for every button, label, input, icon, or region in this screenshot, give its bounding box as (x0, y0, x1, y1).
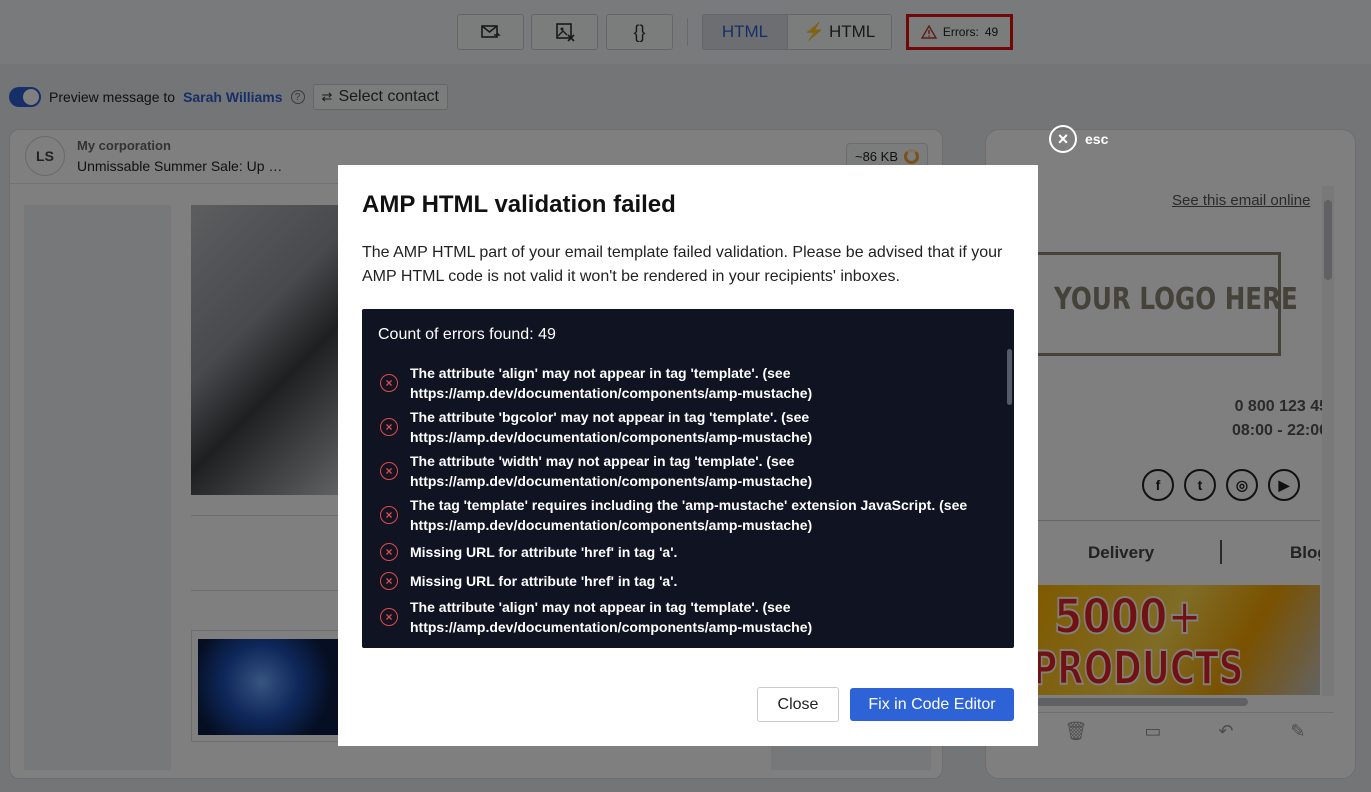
error-item: × The attribute 'align' may not appear in… (378, 363, 988, 403)
error-text: Missing URL for attribute 'href' in tag … (410, 543, 678, 560)
close-button[interactable]: Close (757, 687, 839, 722)
error-text: Missing URL for attribute 'href' in tag … (410, 572, 678, 589)
error-list-scrollbar[interactable] (1007, 349, 1012, 405)
dialog-description: The AMP HTML part of your email template… (362, 244, 1003, 285)
error-text: The attribute 'align' may not appear in … (410, 599, 813, 635)
dialog-title: AMP HTML validation failed (362, 191, 676, 218)
error-item: × Missing URL for attribute 'href' in tag… (378, 568, 988, 593)
close-icon[interactable]: × (1049, 125, 1077, 153)
error-item: × The attribute 'width' may not appear in… (378, 451, 988, 491)
error-icon: × (380, 374, 398, 392)
error-item: × The tag 'template' requires including t… (378, 495, 988, 535)
esc-close[interactable]: × esc (1049, 125, 1108, 153)
fix-in-code-editor-button[interactable]: Fix in Code Editor (850, 688, 1014, 721)
esc-label: esc (1085, 131, 1109, 147)
error-icon: × (380, 418, 398, 436)
error-list-box[interactable]: Count of errors found: 49 × The attribute… (362, 309, 1014, 648)
error-icon: × (380, 542, 398, 561)
error-count: Count of errors found: 49 (378, 326, 556, 343)
error-icon: × (380, 608, 398, 626)
error-text: The tag 'template' requires including th… (410, 497, 968, 533)
error-text: The attribute 'bgcolor' may not appear i… (410, 409, 813, 445)
error-icon: × (380, 462, 398, 480)
error-icon: × (380, 506, 398, 524)
error-item: × The attribute 'align' may not appear in… (378, 597, 988, 637)
error-item: × The attribute 'bgcolor' may not appear … (378, 407, 988, 447)
error-icon: × (380, 571, 398, 590)
amp-validation-dialog: AMP HTML validation failed The AMP HTML … (338, 165, 1038, 746)
error-text: The attribute 'width' may not appear in … (410, 453, 813, 489)
error-text: The attribute 'align' may not appear in … (410, 365, 813, 401)
error-list: × The attribute 'align' may not appear in… (378, 363, 988, 641)
error-item: × Missing URL for attribute 'href' in tag… (378, 539, 988, 564)
